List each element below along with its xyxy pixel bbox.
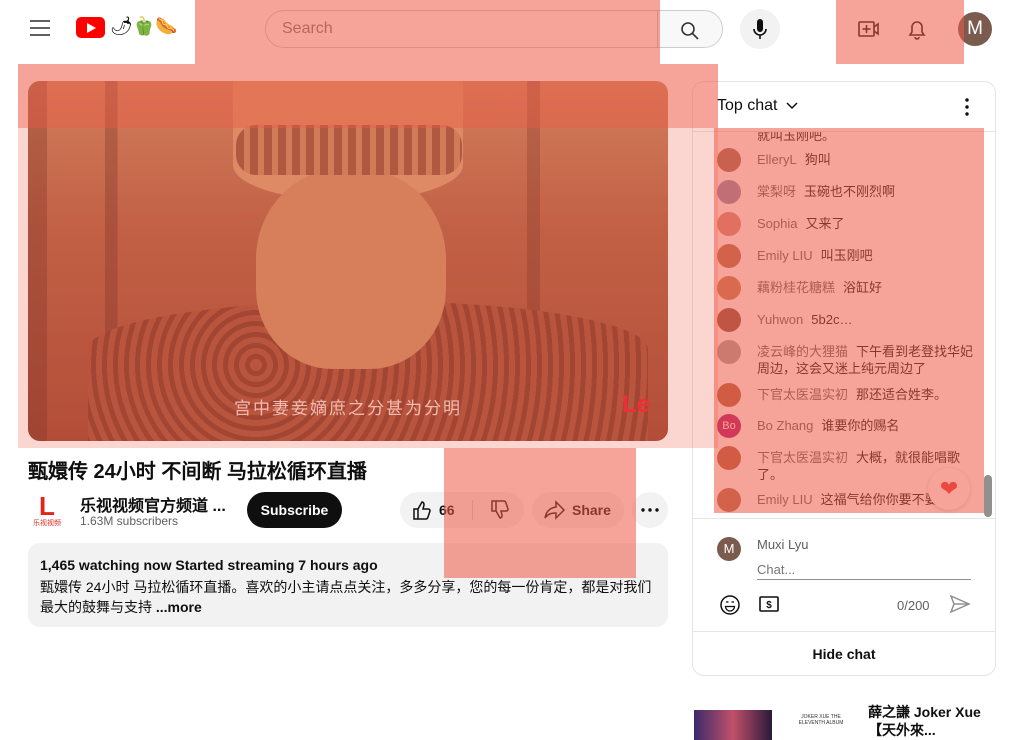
share-icon	[544, 500, 566, 520]
chevron-down-icon	[786, 102, 798, 110]
video-player[interactable]: 宫中妻妾嫡庶之分甚为分明 Le	[28, 81, 668, 441]
chat-message-text: 浴缸好	[843, 280, 883, 295]
mic-icon	[753, 19, 767, 39]
doodle-icon[interactable]: 🌶🫑🌭	[110, 16, 178, 37]
channel-name[interactable]: 乐视视频官方频道 ...	[80, 492, 230, 516]
create-button[interactable]	[848, 9, 888, 49]
account-avatar[interactable]: M	[958, 12, 992, 46]
bell-icon	[908, 21, 926, 40]
like-count: 66	[439, 502, 455, 518]
chat-author[interactable]: 棠梨呀	[757, 184, 796, 199]
chat-author[interactable]: Bo Zhang	[757, 418, 813, 433]
youtube-logo[interactable]	[76, 17, 105, 38]
my-avatar: M	[717, 537, 741, 561]
video-frame-face	[256, 169, 446, 369]
super-chat-dollar-icon: $	[759, 596, 779, 612]
chat-author-avatar[interactable]	[717, 308, 741, 332]
notifications-button[interactable]	[897, 9, 937, 49]
chat-message-text: 狗叫	[804, 152, 831, 167]
description-stats: 1,465 watching now Started streaming 7 h…	[40, 557, 378, 573]
more-vertical-icon	[965, 98, 969, 116]
svg-text:$: $	[766, 600, 772, 611]
chat-author[interactable]: ElleryL	[757, 152, 797, 167]
subscribe-button[interactable]: Subscribe	[247, 492, 342, 528]
description-body: 甄嬛传 24小时 马拉松循环直播。喜欢的小主请点点关注，多多分享，您的每一份肯定…	[40, 579, 652, 615]
search-input[interactable]	[266, 11, 678, 47]
create-video-icon	[858, 21, 879, 37]
chat-message-text: 玉碗也不刚烈啊	[804, 184, 896, 199]
channel-logo-caption: 乐视视频	[33, 520, 61, 527]
more-actions-button[interactable]	[632, 492, 668, 528]
chat-scrollbar[interactable]	[984, 475, 992, 517]
channel-avatar[interactable]: L 乐视视频	[28, 491, 66, 529]
description-text: 甄嬛传 24小时 马拉松循环直播。喜欢的小主请点点关注，多多分享，您的每一份肯定…	[40, 577, 656, 617]
chat-author[interactable]: 下官太医温实初	[757, 450, 848, 465]
chat-author-avatar[interactable]	[717, 340, 741, 364]
chat-author[interactable]: Sophia	[757, 216, 797, 231]
chat-message-text: 叫玉刚吧	[820, 248, 873, 263]
chat-author-avatar[interactable]: Bo	[717, 414, 741, 438]
thumbs-up-icon	[413, 501, 431, 520]
related-video-title[interactable]: 薛之謙 Joker Xue【天外來...	[868, 703, 988, 739]
live-chat-panel: Top chat 就叫玉刚吧。 ElleryL 狗叫 棠梨呀 玉碗也不刚烈啊 Sop…	[692, 81, 996, 676]
search-bar	[265, 10, 723, 48]
search-button[interactable]	[657, 11, 722, 47]
dislike-button[interactable]	[480, 492, 520, 528]
chat-header: Top chat	[693, 82, 995, 132]
emoji-icon	[720, 595, 740, 615]
related-video-thumbnail[interactable]	[694, 710, 772, 740]
video-frame-hat-band	[236, 125, 462, 175]
chat-author-avatar[interactable]	[717, 446, 741, 470]
chat-input-area: M Muxi Lyu $ 0/200	[693, 518, 995, 632]
related-album-art[interactable]: JOKER XUE THE ELEVENTH ALBUM	[790, 706, 852, 736]
chat-input[interactable]	[757, 559, 971, 580]
video-title: 甄嬛传 24小时 不间断 马拉松循环直播	[28, 461, 367, 483]
menu-icon[interactable]	[30, 20, 50, 36]
emoji-button[interactable]	[719, 594, 741, 616]
chat-message-text: 就叫玉刚吧。	[757, 132, 836, 143]
video-subtitle: 宫中妻妾嫡庶之分甚为分明	[234, 399, 462, 418]
chat-message-text: 又来了	[805, 216, 845, 231]
chat-author-avatar[interactable]	[717, 244, 741, 268]
chat-author-avatar[interactable]	[717, 148, 741, 172]
chat-author[interactable]: 藕粉桂花糖糕	[757, 280, 835, 295]
video-watermark: Le	[622, 391, 651, 418]
share-label: Share	[572, 502, 611, 518]
chat-message-text: 5b2c…	[811, 312, 853, 327]
chat-message-list[interactable]: 就叫玉刚吧。 ElleryL 狗叫 棠梨呀 玉碗也不刚烈啊 Sophia 又来了 Em…	[693, 132, 995, 518]
like-button[interactable]	[400, 492, 470, 528]
chat-author-avatar[interactable]	[717, 383, 741, 407]
mic-button[interactable]	[740, 9, 780, 49]
search-icon	[681, 22, 699, 40]
thumbs-down-icon	[491, 500, 509, 519]
channel-logo-letter: L	[39, 491, 55, 521]
like-divider	[472, 500, 473, 520]
more-horizontal-icon	[641, 508, 659, 512]
reaction-heart-icon[interactable]: ❤	[928, 468, 970, 510]
chat-author[interactable]: Emily LIU	[757, 248, 813, 263]
chat-more-button[interactable]	[957, 96, 977, 118]
chat-message-text: 那还适合姓李。	[856, 387, 948, 402]
chat-author-avatar[interactable]	[717, 488, 741, 512]
super-chat-button[interactable]: $	[759, 595, 779, 613]
chat-mode-dropdown[interactable]: Top chat	[717, 97, 798, 115]
description-box[interactable]: 1,465 watching now Started streaming 7 h…	[28, 543, 668, 627]
chat-author[interactable]: 凌云峰的大狸猫	[757, 344, 848, 359]
chat-author-avatar[interactable]	[717, 180, 741, 204]
chat-author-avatar[interactable]	[717, 276, 741, 300]
chat-author[interactable]: Emily LIU	[757, 492, 813, 507]
chat-mode-label: Top chat	[717, 97, 778, 114]
subscriber-count: 1.63M subscribers	[80, 514, 179, 528]
my-name: Muxi Lyu	[757, 537, 809, 552]
chat-author[interactable]: 下官太医温实初	[757, 387, 848, 402]
description-more-link[interactable]: ...more	[156, 599, 202, 615]
chat-author-avatar[interactable]	[717, 212, 741, 236]
char-counter: 0/200	[897, 598, 930, 613]
send-button[interactable]	[949, 593, 971, 615]
chat-author[interactable]: Yuhwon	[757, 312, 803, 327]
chat-message-text: 谁要你的赐名	[821, 418, 900, 433]
send-icon	[949, 594, 971, 614]
hide-chat-button[interactable]: Hide chat	[693, 631, 995, 675]
